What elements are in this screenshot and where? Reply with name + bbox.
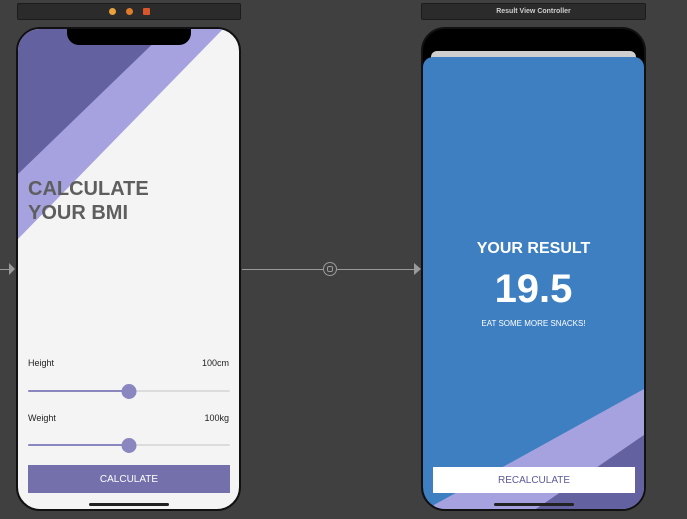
bmi-value: 19.5 [494,267,573,311]
first-responder-icon[interactable] [125,8,133,15]
slider-thumb[interactable] [121,384,137,399]
segue-arrow-icon [414,263,421,275]
exit-icon[interactable] [142,8,150,15]
segue-icon[interactable] [323,262,337,276]
entry-arrow-icon [9,263,15,275]
weight-label: Weight [28,413,56,423]
height-value: 100cm [201,358,229,368]
notch [66,29,191,45]
view-controller-icon[interactable] [108,8,116,15]
advice-text: EAT SOME MORE SNACKS! [481,319,586,328]
height-slider[interactable] [28,381,230,401]
calculate-button[interactable]: CALCULATE [28,465,230,493]
page-title: CALCULATE YOUR BMI [28,178,149,224]
height-label: Height [28,358,55,368]
left-scene-dock [17,3,241,20]
recalculate-button[interactable]: RECALCULATE [433,467,635,493]
right-scene-dock[interactable]: Result View Controller [421,3,646,20]
slider-thumb[interactable] [121,438,137,453]
result-screen: YOUR RESULT 19.5 EAT SOME MORE SNACKS! R… [421,27,646,511]
result-card: YOUR RESULT 19.5 EAT SOME MORE SNACKS! R… [423,57,644,509]
segue-line-left [242,269,323,270]
home-indicator [493,503,574,506]
slider-fill [28,390,129,392]
home-indicator [88,503,169,506]
weight-value: 100kg [204,413,229,423]
segue-line-right [337,269,417,270]
slider-fill [28,444,129,446]
weight-slider[interactable] [28,435,230,455]
result-title: YOUR RESULT [476,240,591,257]
scene-title: Result View Controller [496,8,571,15]
calculate-screen: CALCULATE YOUR BMI Height 100cm Weight 1… [16,27,241,511]
